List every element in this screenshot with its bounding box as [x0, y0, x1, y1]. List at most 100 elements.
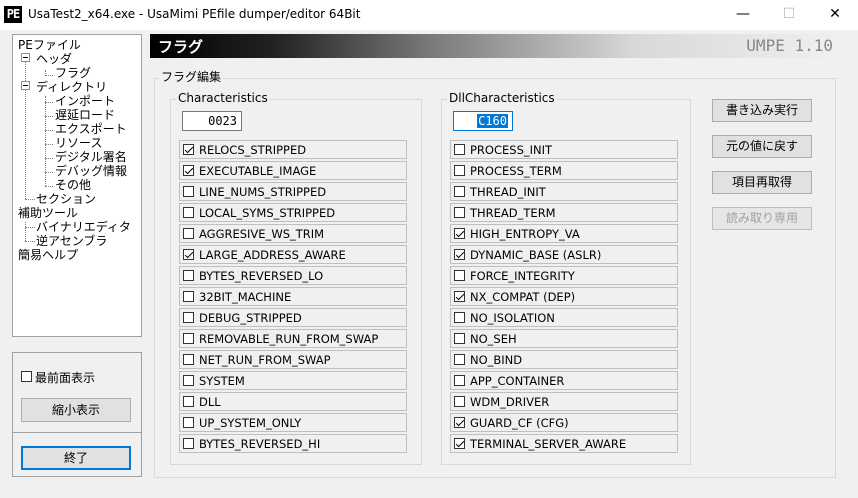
flag-row[interactable]: NO_BIND — [450, 350, 678, 369]
flag-checkbox[interactable] — [454, 144, 465, 155]
tree-item-resource[interactable]: リソース — [55, 137, 102, 150]
flag-checkbox[interactable] — [454, 165, 465, 176]
flag-checkbox[interactable] — [183, 270, 194, 281]
collapse-icon[interactable] — [21, 53, 30, 62]
flag-row[interactable]: NET_RUN_FROM_SWAP — [179, 350, 407, 369]
flag-label: BYTES_REVERSED_LO — [199, 269, 324, 283]
flag-label: SYSTEM — [199, 374, 245, 388]
flag-row[interactable]: DYNAMIC_BASE (ASLR) — [450, 245, 678, 264]
flag-row[interactable]: NO_SEH — [450, 329, 678, 348]
flag-row[interactable]: FORCE_INTEGRITY — [450, 266, 678, 285]
exit-button[interactable]: 終了 — [21, 446, 131, 470]
topmost-label[interactable]: 最前面表示 — [35, 369, 95, 386]
tree-item-other[interactable]: その他 — [55, 179, 91, 192]
flag-checkbox[interactable] — [183, 333, 194, 344]
flag-row[interactable]: LARGE_ADDRESS_AWARE — [179, 245, 407, 264]
tree-item-delay-load[interactable]: 遅延ロード — [55, 109, 115, 122]
dll-characteristics-value-field[interactable]: C160 — [453, 111, 513, 131]
flag-checkbox[interactable] — [454, 291, 465, 302]
tree-item-header[interactable]: ヘッダ — [36, 53, 72, 66]
flag-checkbox[interactable] — [454, 438, 465, 449]
tree-item-binary-editor[interactable]: バイナリエディタ — [36, 221, 131, 234]
shrink-button[interactable]: 縮小表示 — [21, 398, 131, 422]
tree-line — [25, 54, 26, 199]
flag-checkbox[interactable] — [183, 291, 194, 302]
flag-label: 32BIT_MACHINE — [199, 290, 292, 304]
flag-row[interactable]: RELOCS_STRIPPED — [179, 140, 407, 159]
flag-checkbox[interactable] — [183, 375, 194, 386]
flag-row[interactable]: PROCESS_TERM — [450, 161, 678, 180]
tree-item-flags[interactable]: フラグ — [55, 67, 91, 80]
write-button[interactable]: 書き込み実行 — [712, 99, 812, 122]
flag-row[interactable]: REMOVABLE_RUN_FROM_SWAP — [179, 329, 407, 348]
flag-row[interactable]: DLL — [179, 392, 407, 411]
flag-checkbox[interactable] — [183, 228, 194, 239]
tree-item-tools[interactable]: 補助ツール — [18, 207, 78, 220]
flag-checkbox[interactable] — [454, 270, 465, 281]
flag-checkbox[interactable] — [454, 186, 465, 197]
flag-checkbox[interactable] — [454, 207, 465, 218]
flag-checkbox[interactable] — [183, 417, 194, 428]
flag-checkbox[interactable] — [454, 354, 465, 365]
flag-checkbox[interactable] — [183, 396, 194, 407]
flag-row[interactable]: APP_CONTAINER — [450, 371, 678, 390]
flag-row[interactable]: LOCAL_SYMS_STRIPPED — [179, 203, 407, 222]
flag-label: NX_COMPAT (DEP) — [470, 290, 576, 304]
flag-row[interactable]: SYSTEM — [179, 371, 407, 390]
tree-line — [45, 144, 53, 145]
minimize-button[interactable]: — — [720, 0, 766, 30]
flag-checkbox[interactable] — [183, 186, 194, 197]
flag-row[interactable]: GUARD_CF (CFG) — [450, 413, 678, 432]
flag-checkbox[interactable] — [454, 228, 465, 239]
maximize-button[interactable]: ☐ — [766, 0, 812, 30]
flag-row[interactable]: DEBUG_STRIPPED — [179, 308, 407, 327]
flag-checkbox[interactable] — [183, 165, 194, 176]
characteristics-value-field[interactable]: 0023 — [182, 111, 242, 131]
flag-label: FORCE_INTEGRITY — [470, 269, 575, 283]
revert-button[interactable]: 元の値に戻す — [712, 135, 812, 158]
flag-checkbox[interactable] — [183, 249, 194, 260]
close-button[interactable]: ✕ — [812, 0, 858, 30]
flag-row[interactable]: PROCESS_INIT — [450, 140, 678, 159]
flag-row[interactable]: NO_ISOLATION — [450, 308, 678, 327]
flag-row[interactable]: THREAD_INIT — [450, 182, 678, 201]
flag-row[interactable]: WDM_DRIVER — [450, 392, 678, 411]
flag-checkbox[interactable] — [183, 312, 194, 323]
flag-row[interactable]: AGGRESIVE_WS_TRIM — [179, 224, 407, 243]
flag-checkbox[interactable] — [454, 417, 465, 428]
flag-checkbox[interactable] — [454, 333, 465, 344]
readonly-button[interactable]: 読み取り専用 — [712, 207, 812, 230]
flag-checkbox[interactable] — [454, 249, 465, 260]
tree-item-help[interactable]: 簡易ヘルプ — [18, 249, 78, 262]
flag-checkbox[interactable] — [454, 312, 465, 323]
tree-item-section[interactable]: セクション — [36, 193, 96, 206]
flag-checkbox[interactable] — [454, 375, 465, 386]
flag-row[interactable]: HIGH_ENTROPY_VA — [450, 224, 678, 243]
flag-checkbox[interactable] — [183, 354, 194, 365]
flag-checkbox[interactable] — [454, 396, 465, 407]
tree-item-import[interactable]: インポート — [55, 95, 115, 108]
flag-row[interactable]: UP_SYSTEM_ONLY — [179, 413, 407, 432]
flag-row[interactable]: EXECUTABLE_IMAGE — [179, 161, 407, 180]
flag-row[interactable]: 32BIT_MACHINE — [179, 287, 407, 306]
flag-checkbox[interactable] — [183, 438, 194, 449]
flag-row[interactable]: BYTES_REVERSED_HI — [179, 434, 407, 453]
flag-row[interactable]: NX_COMPAT (DEP) — [450, 287, 678, 306]
topmost-checkbox[interactable] — [21, 371, 32, 382]
flag-row[interactable]: TERMINAL_SERVER_AWARE — [450, 434, 678, 453]
tree-item-digital-signature[interactable]: デジタル署名 — [55, 151, 127, 164]
flag-checkbox[interactable] — [183, 207, 194, 218]
tree-item-debug-info[interactable]: デバッグ情報 — [55, 165, 127, 178]
collapse-icon[interactable] — [21, 81, 30, 90]
flag-row[interactable]: LINE_NUMS_STRIPPED — [179, 182, 407, 201]
tree-item-pe-file[interactable]: PEファイル — [18, 39, 81, 52]
flag-row[interactable]: BYTES_REVERSED_LO — [179, 266, 407, 285]
reload-button[interactable]: 項目再取得 — [712, 171, 812, 194]
flag-checkbox[interactable] — [183, 144, 194, 155]
tree-item-export[interactable]: エクスポート — [55, 123, 127, 136]
flag-row[interactable]: THREAD_TERM — [450, 203, 678, 222]
tree-line — [45, 158, 53, 159]
tree-item-directory[interactable]: ディレクトリ — [36, 81, 107, 94]
flag-label: LOCAL_SYMS_STRIPPED — [199, 206, 336, 220]
tree-item-disassembler[interactable]: 逆アセンブラ — [36, 235, 107, 248]
